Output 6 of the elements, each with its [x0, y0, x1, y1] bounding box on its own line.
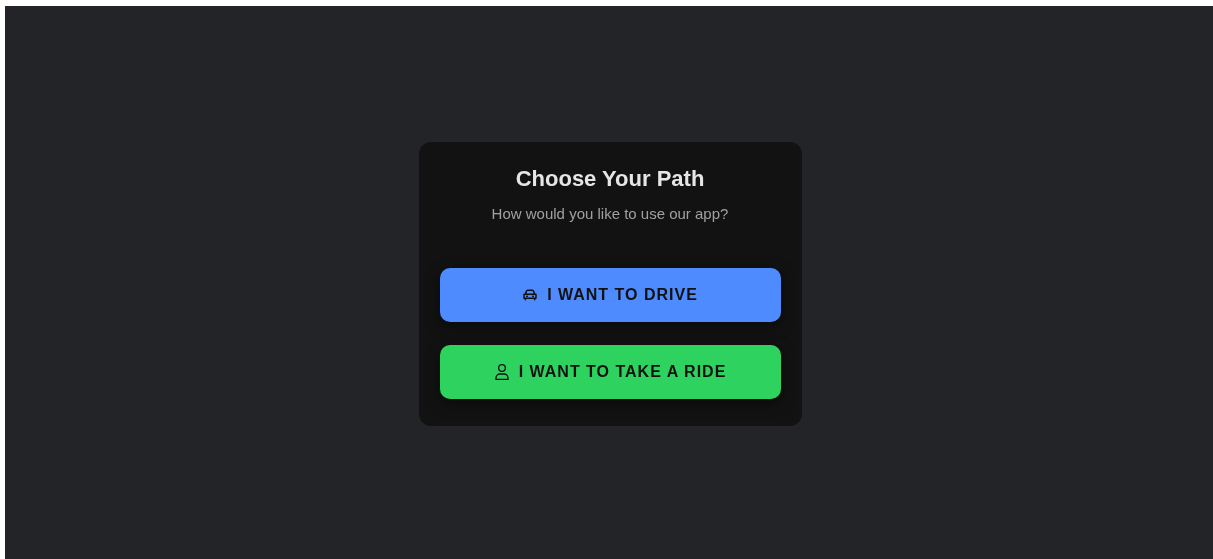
person-icon	[493, 363, 510, 381]
card-title: Choose Your Path	[514, 165, 706, 193]
car-icon	[522, 287, 539, 303]
choice-button[interactable]: I WANT TO TAKE A RIDE	[439, 345, 781, 399]
card-subtitle: How would you like to use our app?	[490, 204, 730, 224]
choice-button[interactable]: I WANT TO DRIVE	[439, 268, 781, 322]
